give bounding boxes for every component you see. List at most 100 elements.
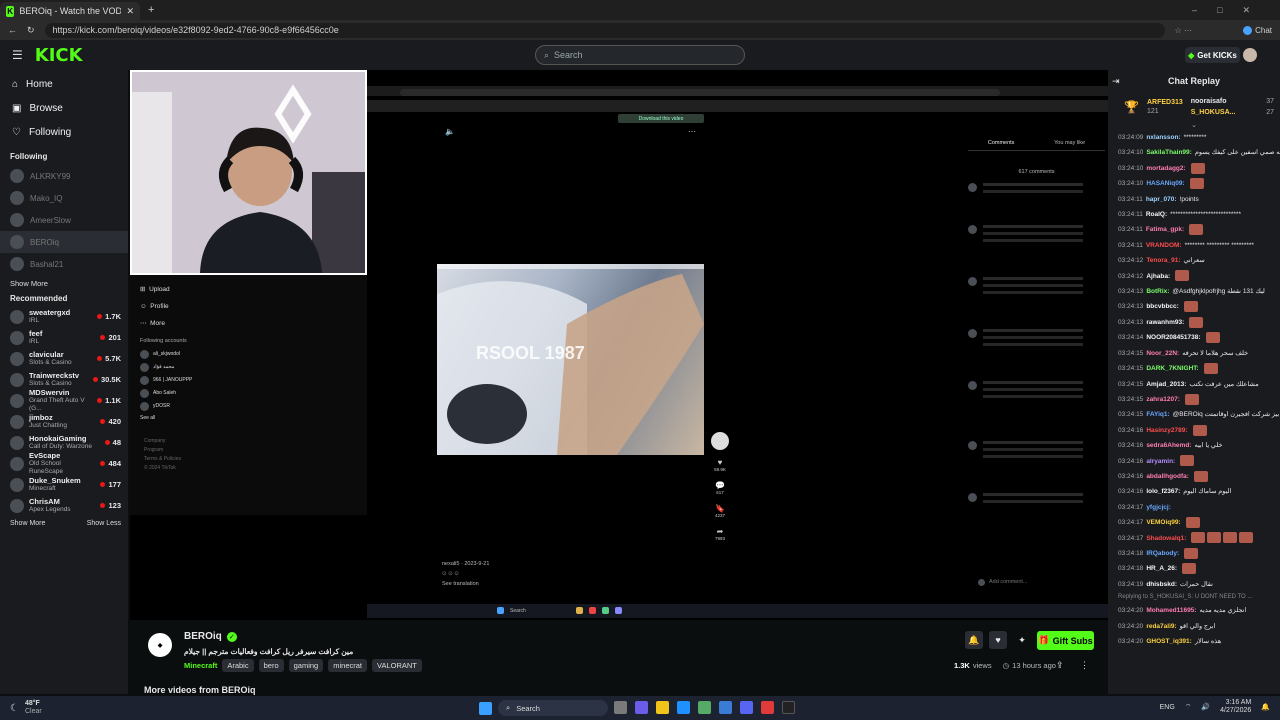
chat-username[interactable]: Mohamed11695:: [1146, 607, 1196, 614]
category-link[interactable]: Minecraft: [184, 661, 217, 670]
file-explorer-icon[interactable]: [656, 701, 669, 714]
following-item[interactable]: AmeerSlow: [0, 209, 128, 231]
chat-username[interactable]: nxlansson:: [1146, 134, 1180, 141]
chat-username[interactable]: FAYiq1:: [1146, 411, 1169, 418]
user-avatar[interactable]: [1243, 48, 1257, 62]
refresh-icon[interactable]: ↻: [27, 25, 35, 36]
recommended-channel[interactable]: clavicular Slots & Casino 5.7K: [0, 348, 128, 369]
window-controls[interactable]: –□✕: [1192, 5, 1270, 16]
chat-username[interactable]: mortadagg2:: [1146, 165, 1185, 172]
copilot-app-icon[interactable]: [635, 701, 648, 714]
recommended-channel[interactable]: jimboz Just Chatting 420: [0, 411, 128, 432]
channel-avatar[interactable]: ◆: [148, 633, 172, 657]
capcut-icon[interactable]: [782, 701, 795, 714]
hamburger-menu-icon[interactable]: ☰: [12, 48, 23, 62]
show-more-following[interactable]: Show More: [0, 275, 128, 292]
language-indicator[interactable]: ENG: [1160, 704, 1175, 711]
mail-icon[interactable]: [719, 701, 732, 714]
following-item[interactable]: Mako_IQ: [0, 187, 128, 209]
chat-username[interactable]: VEMOiq99:: [1146, 519, 1180, 526]
chat-username[interactable]: abdallhgodfa:: [1146, 473, 1189, 480]
chat-username[interactable]: Amjad_2013:: [1146, 381, 1186, 388]
collapse-chat-icon[interactable]: ⇥: [1112, 76, 1120, 87]
volume-icon[interactable]: 🔊: [1201, 703, 1210, 711]
tag-pill[interactable]: Arabic: [222, 659, 254, 672]
notification-bell-icon[interactable]: 🔔: [1261, 703, 1270, 711]
notify-bell-button[interactable]: 🔔: [965, 631, 983, 649]
clock-date[interactable]: 4/27/2026: [1220, 707, 1251, 715]
wifi-icon[interactable]: ⌔: [1185, 703, 1192, 712]
new-tab-icon[interactable]: +: [148, 4, 154, 16]
recommended-channel[interactable]: HonokaiGaming Call of Duty: Warzone 48: [0, 432, 128, 453]
channel-name[interactable]: BEROiq: [184, 631, 222, 642]
show-more-recommended[interactable]: Show More: [10, 520, 45, 527]
following-item-active[interactable]: BEROiq: [0, 231, 128, 253]
share-icon[interactable]: ⇪: [1056, 660, 1064, 671]
expand-chevron-icon[interactable]: ⌄: [1108, 122, 1280, 130]
extensions-icons[interactable]: ☆ ⋯: [1175, 26, 1192, 35]
chat-username[interactable]: Fatima_gpk:: [1146, 226, 1184, 233]
chat-username[interactable]: BotRix:: [1146, 288, 1169, 295]
close-tab-icon[interactable]: ✕: [126, 6, 134, 17]
chat-username[interactable]: yfgjcjcj:: [1146, 504, 1171, 511]
edge-icon[interactable]: [677, 701, 690, 714]
browser-tab[interactable]: K BEROiq - Watch the VOD on Kick ✕: [0, 2, 140, 20]
get-kicks-button[interactable]: ◆ Get KICKs: [1185, 47, 1240, 63]
recommended-channel[interactable]: Trainwreckstv Slots & Casino 30.5K: [0, 369, 128, 390]
search-input[interactable]: ⌕ Search: [535, 45, 745, 65]
chat-username[interactable]: reda7ali9:: [1146, 623, 1176, 630]
chat-username[interactable]: DARK_7KNIGHT:: [1146, 365, 1198, 372]
following-item[interactable]: ALKRKY99: [0, 165, 128, 187]
chat-username[interactable]: HR_A_26:: [1146, 565, 1177, 572]
gift-subs-button[interactable]: 🎁 Gift Subs: [1037, 631, 1094, 650]
chat-username[interactable]: bbcvbbcc:: [1146, 303, 1179, 310]
show-less-recommended[interactable]: Show Less: [87, 520, 121, 527]
chat-username[interactable]: Ajhaba:: [1146, 273, 1170, 280]
back-icon[interactable]: ←: [8, 25, 17, 35]
tag-pill[interactable]: minecrat: [328, 659, 367, 672]
following-item[interactable]: Bashal21: [0, 253, 128, 275]
kick-shortcut-button[interactable]: ✦: [1013, 631, 1031, 649]
chrome-icon[interactable]: [761, 701, 774, 714]
chat-username[interactable]: NOOR208451738:: [1146, 334, 1200, 341]
chat-username[interactable]: lolo_f2367:: [1146, 488, 1180, 495]
chat-username[interactable]: Noor_22N:: [1146, 350, 1179, 357]
chat-username[interactable]: Shadowalq1:: [1146, 535, 1186, 542]
more-menu-icon[interactable]: ⋮: [1080, 660, 1089, 671]
follow-heart-button[interactable]: ♥: [989, 631, 1007, 649]
recommended-channel[interactable]: sweatergxd IRL 1.7K: [0, 306, 128, 327]
chat-username[interactable]: Hasinzy2789:: [1146, 427, 1187, 434]
kick-logo[interactable]: KICK: [35, 45, 83, 66]
tag-pill[interactable]: VALORANT: [372, 659, 422, 672]
url-field[interactable]: https://kick.com/beroiq/videos/e32f8092-…: [44, 22, 1165, 38]
recommended-channel[interactable]: EvScape Old School RuneScape 484: [0, 451, 128, 475]
nav-home[interactable]: ⌂ Home: [0, 72, 128, 96]
chat-username[interactable]: HASANiq09:: [1146, 180, 1184, 187]
task-view-icon[interactable]: [614, 701, 627, 714]
chat-username[interactable]: RoaIQ:: [1146, 211, 1167, 218]
chat-username[interactable]: IRQabody:: [1146, 550, 1179, 557]
chat-username[interactable]: dhisbskd:: [1146, 581, 1177, 588]
clock-time[interactable]: 3:16 AM: [1220, 699, 1252, 707]
chat-username[interactable]: VRANDOM:: [1146, 242, 1182, 249]
chat-username[interactable]: Tenora_91:: [1146, 257, 1180, 264]
recommended-channel[interactable]: MDSwervin Grand Theft Auto V (G... 1.1K: [0, 388, 128, 412]
chat-username[interactable]: zahra1207:: [1146, 396, 1180, 403]
chat-username[interactable]: SakilaThain99:: [1146, 149, 1192, 156]
copilot-chat-button[interactable]: Chat: [1243, 25, 1272, 35]
recommended-channel[interactable]: Duke_Snukem Minecraft 177: [0, 474, 128, 495]
chat-username[interactable]: alryamin:: [1146, 458, 1175, 465]
tag-pill[interactable]: gaming: [288, 659, 324, 672]
chat-username[interactable]: GHOST_iq391:: [1146, 638, 1192, 645]
nav-following[interactable]: ♡ Following: [0, 120, 128, 144]
chat-username[interactable]: rawanhm93:: [1146, 319, 1184, 326]
chat-username[interactable]: hapr_070:: [1146, 196, 1177, 203]
nav-browse[interactable]: ▣ Browse: [0, 96, 128, 120]
tag-pill[interactable]: bero: [258, 659, 284, 672]
discord-icon[interactable]: [740, 701, 753, 714]
taskbar-search[interactable]: ⌕ Search: [498, 700, 608, 716]
store-icon[interactable]: [698, 701, 711, 714]
chat-username[interactable]: sedra6Ahemd:: [1146, 442, 1191, 449]
recommended-channel[interactable]: feef IRL 201: [0, 327, 128, 348]
recommended-channel[interactable]: ChrisAM Apex Legends 123: [0, 495, 128, 516]
